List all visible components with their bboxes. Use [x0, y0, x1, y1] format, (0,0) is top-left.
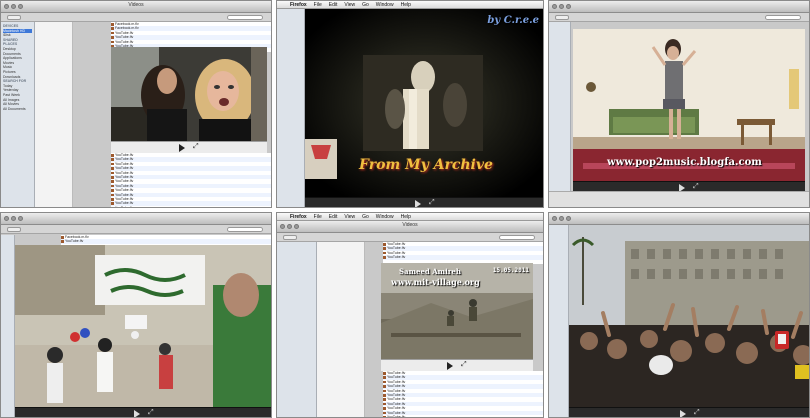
finder-sidebar: DEVICES Macintosh HD iDisk SHARED PLACES Desk… — [1, 22, 35, 207]
file-list — [35, 22, 73, 207]
back-forward-button[interactable] — [7, 227, 21, 232]
minimize-icon[interactable] — [559, 216, 564, 221]
tile-top-right: www.pop2music.blogfa.com ⤢ — [548, 0, 810, 208]
window-title: Videos — [402, 222, 418, 228]
close-icon[interactable] — [4, 216, 9, 221]
tile-bottom-left: Facebook.m.flv YouTube.flv ⤢ — [0, 212, 272, 418]
back-forward-button[interactable] — [283, 235, 297, 240]
file-list: YouTube.flv YouTube.flv YouTube.flv YouTube… — [383, 371, 543, 417]
window-titlebar[interactable] — [549, 213, 809, 225]
search-input[interactable] — [227, 227, 263, 232]
menu-item-edit[interactable]: Edit — [329, 2, 338, 8]
video-frame — [15, 245, 271, 407]
menu-item-firefox[interactable]: Firefox — [290, 214, 307, 220]
expand-icon[interactable]: ⤢ — [693, 183, 699, 191]
video-player[interactable]: by C.r.e.e From My Archive ⤢ — [305, 9, 543, 207]
video-controls: ⤢ — [15, 407, 271, 417]
play-icon[interactable] — [134, 410, 140, 417]
finder-sidebar — [549, 22, 571, 207]
menu-item-file[interactable]: File — [314, 2, 322, 8]
menu-item-window[interactable]: Window — [376, 214, 394, 220]
menu-item-window[interactable]: Window — [376, 2, 394, 8]
list-item[interactable]: YouTube.flv — [383, 255, 543, 260]
list-item[interactable]: YouTube.flv — [111, 206, 271, 207]
search-input[interactable] — [499, 235, 535, 240]
back-forward-button[interactable] — [555, 15, 569, 20]
menu-item-view[interactable]: View — [344, 214, 355, 220]
watermark-top: by C.r.e.e — [487, 15, 539, 26]
menu-item-help[interactable]: Help — [401, 2, 411, 8]
video-frame — [111, 47, 267, 141]
window-title: Videos — [128, 2, 144, 8]
video-controls: ⤢ — [305, 197, 543, 207]
sidebar-item[interactable]: All Documents — [3, 107, 32, 112]
tile-bottom-right: ⤢ — [548, 212, 810, 418]
close-icon[interactable] — [552, 4, 557, 9]
back-forward-button[interactable] — [7, 15, 21, 20]
window-titlebar[interactable]: Videos — [1, 1, 271, 13]
play-icon[interactable] — [680, 410, 686, 417]
video-player[interactable]: ⤢ — [111, 47, 267, 153]
menu-item-go[interactable]: Go — [362, 2, 369, 8]
window-titlebar[interactable] — [549, 1, 809, 13]
minimize-icon[interactable] — [11, 216, 16, 221]
play-icon[interactable] — [179, 144, 185, 152]
search-input[interactable] — [765, 15, 801, 20]
video-controls: ⤢ — [111, 141, 267, 153]
watermark-url: www.pop2music.blogfa.com — [607, 157, 762, 168]
tile-top-left: Videos DEVICES Macintosh HD iDisk SHARED PLA… — [0, 0, 272, 208]
menu-item-file[interactable]: File — [314, 214, 322, 220]
video-player[interactable]: www.pop2music.blogfa.com ⤢ — [573, 29, 805, 193]
list-item[interactable]: YouTube.flv — [61, 239, 271, 244]
app-menubar: Firefox File Edit View Go Window Help — [277, 213, 543, 221]
play-icon[interactable] — [447, 362, 453, 370]
finder-sidebar — [277, 242, 317, 417]
search-input[interactable] — [227, 15, 263, 20]
menu-item-edit[interactable]: Edit — [329, 214, 338, 220]
expand-icon[interactable]: ⤢ — [429, 199, 435, 207]
menu-item-firefox[interactable]: Firefox — [290, 2, 307, 8]
menu-item-go[interactable]: Go — [362, 214, 369, 220]
finder-toolbar — [1, 13, 271, 22]
tile-bottom-center: Firefox File Edit View Go Window Help Videos Y… — [276, 212, 544, 418]
expand-icon[interactable]: ⤢ — [694, 409, 700, 417]
watermark-url: www.mit-village.org — [391, 277, 480, 287]
window-titlebar[interactable]: Videos — [277, 221, 543, 233]
video-player[interactable]: Sameed Amireh 15.05.2011 www.mit-village… — [381, 263, 533, 371]
tile-top-center: Firefox File Edit View Go Window Help by C.r.e… — [276, 0, 544, 208]
watermark-main: From My Archive — [359, 157, 493, 173]
zoom-icon[interactable] — [566, 216, 571, 221]
close-icon[interactable] — [552, 216, 557, 221]
finder-sidebar — [549, 225, 569, 417]
status-bar — [549, 191, 809, 207]
app-menubar: Firefox File Edit View Go Window Help — [277, 1, 543, 9]
video-frame — [569, 225, 809, 407]
video-player[interactable]: ⤢ — [15, 245, 271, 417]
expand-icon[interactable]: ⤢ — [461, 361, 467, 369]
file-list: YouTube.flv YouTube.flv YouTube.flv YouTube… — [383, 242, 543, 264]
video-controls: ⤢ — [381, 359, 533, 371]
menu-item-help[interactable]: Help — [401, 214, 411, 220]
zoom-icon[interactable] — [566, 4, 571, 9]
minimize-icon[interactable] — [559, 4, 564, 9]
finder-toolbar — [549, 13, 809, 22]
expand-icon[interactable]: ⤢ — [193, 143, 199, 151]
finder-sidebar — [1, 235, 15, 417]
play-icon[interactable] — [415, 200, 421, 207]
expand-icon[interactable]: ⤢ — [148, 409, 154, 417]
file-list: YouTube.flv YouTube.flv YouTube.flv YouTube… — [111, 153, 271, 207]
finder-sidebar — [277, 9, 305, 207]
video-player[interactable]: ⤢ — [569, 225, 809, 417]
menu-item-view[interactable]: View — [344, 2, 355, 8]
finder-toolbar — [1, 225, 271, 234]
watermark-brand: Sameed Amireh — [399, 267, 461, 276]
finder-toolbar — [277, 233, 543, 242]
file-list — [317, 242, 365, 417]
watermark-date: 15.05.2011 — [492, 267, 529, 274]
window-titlebar[interactable] — [1, 213, 271, 225]
video-controls: ⤢ — [569, 407, 809, 417]
list-item[interactable]: YouTube.flv — [383, 415, 543, 417]
zoom-icon[interactable] — [18, 216, 23, 221]
